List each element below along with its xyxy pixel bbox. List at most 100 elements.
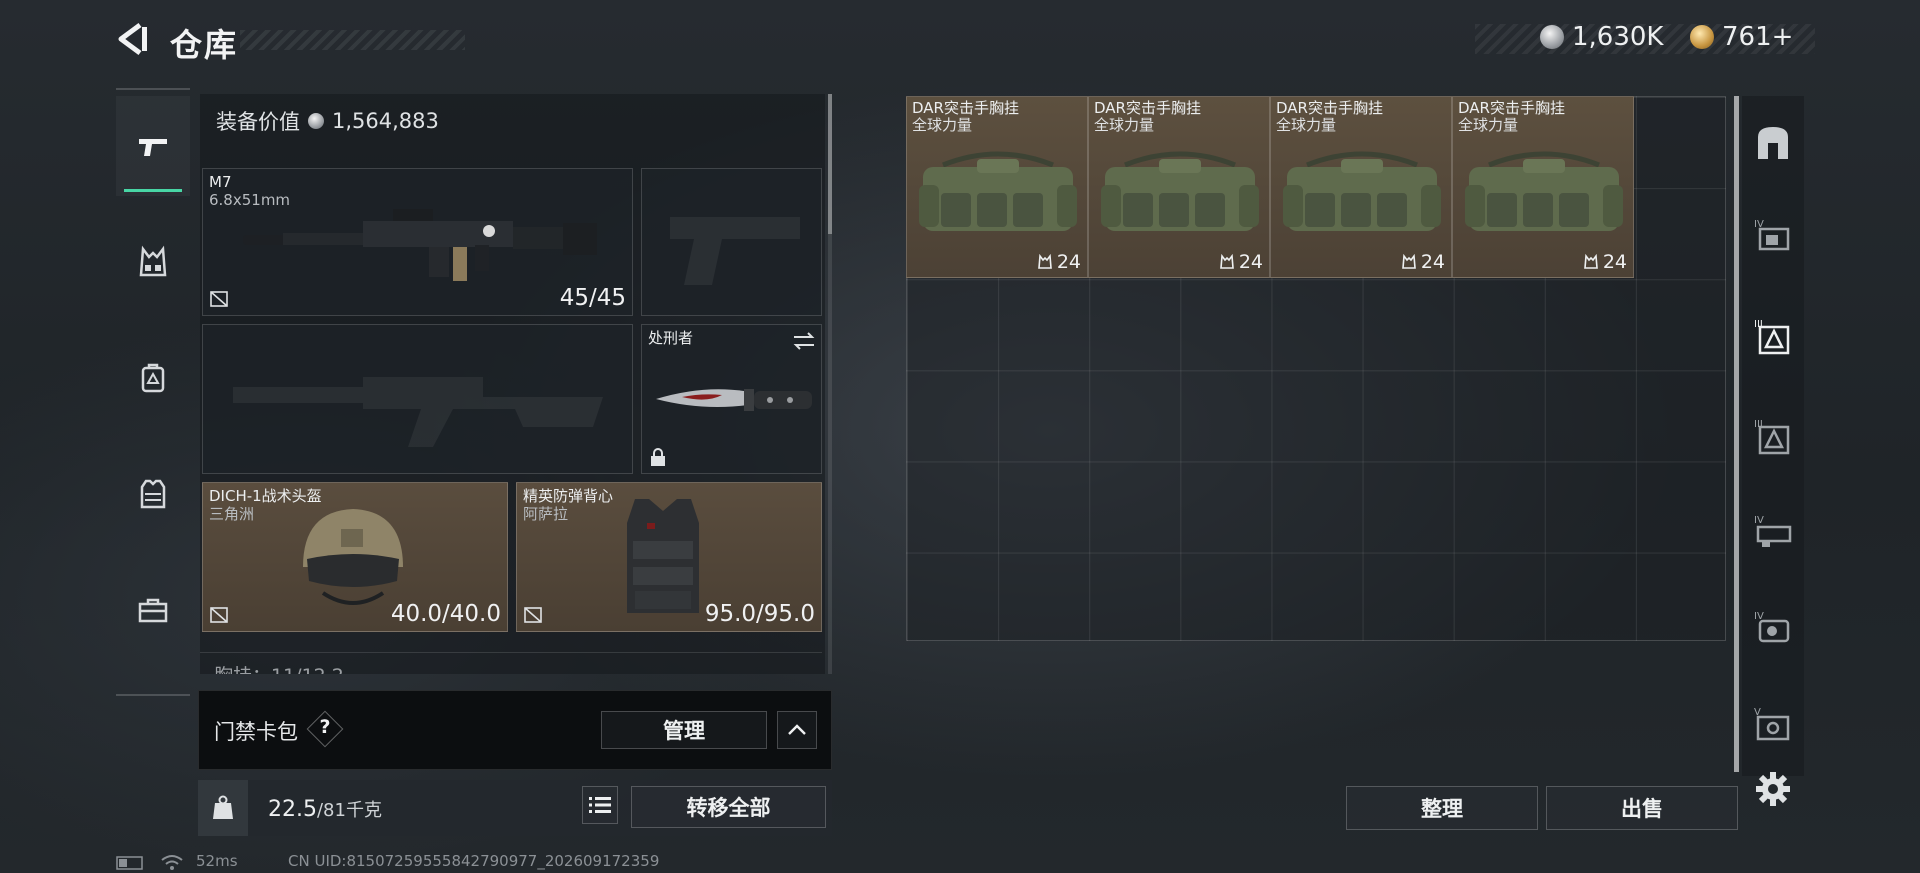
svg-text:III: III [1754,319,1763,330]
category-nav [116,88,190,696]
item-capacity: 24 [1401,251,1445,273]
no-insure-icon [210,291,228,307]
silver-coin-icon [308,113,324,129]
item-capacity: 24 [1583,251,1627,273]
capacity-icon [1037,254,1052,269]
storage-item-chest-rig[interactable]: DAR突击手胸挂 全球力量 24 [1270,96,1452,278]
page-title: 仓库 [170,26,239,64]
settings-gear-icon[interactable] [1754,770,1792,808]
category-backpacks[interactable] [116,328,190,428]
warehouse-tier-iii-icon: III [1754,319,1790,355]
gold-currency[interactable]: 761+ [1690,22,1793,52]
item-capacity: 24 [1219,251,1263,273]
svg-text:IV: IV [1754,515,1764,526]
bag-image [1101,151,1259,231]
rail-tab-2[interactable]: III [1746,296,1800,376]
category-armor[interactable] [116,444,190,544]
gold-coin-icon [1690,25,1714,49]
manage-button[interactable]: 管理 [601,711,767,749]
uid-text: CN UID:81507259555842790977_202609172359 [288,852,660,870]
storage-item-chest-rig[interactable]: DAR突击手胸挂 全球力量 24 [1088,96,1270,278]
silver-amount: 1,630K [1572,22,1664,52]
rail-tab-1[interactable]: IV [1746,196,1800,276]
toolbox-icon [138,598,168,623]
item-capacity-value: 24 [1602,251,1627,273]
storage-scrollbar[interactable] [1734,96,1739,772]
battery-icon [116,856,143,870]
item-brand: 全球力量 [1458,116,1519,134]
list-icon [589,797,611,813]
keycard-label: 门禁卡包 [214,720,298,744]
collapse-button[interactable] [777,711,817,749]
help-icon: ? [319,716,331,738]
warehouse-tier-iv-icon: IV [1754,219,1790,251]
helmet-slot[interactable]: DICH-1战术头盔 三角洲 40.0/40.0 [202,482,508,632]
category-firearms[interactable] [116,96,190,196]
sell-button[interactable]: 出售 [1546,786,1738,830]
bag-image [1465,151,1623,231]
item-name: DAR突击手胸挂 [912,99,1019,117]
transfer-all-button[interactable]: 转移全部 [631,786,826,828]
rail-tab-safebox[interactable] [1746,102,1800,182]
helmet-image [303,509,403,605]
equipment-value: 装备价值 1,564,883 [216,106,439,136]
pistol-silhouette [670,217,800,285]
equipment-value-label: 装备价值 [216,110,300,134]
equipment-scrollbar[interactable] [828,94,832,674]
safebox-icon [1758,127,1788,159]
category-tools[interactable] [116,560,190,660]
vest-name: 精英防弹背心 [523,487,614,505]
swap-icon[interactable] [792,331,816,351]
knife-image [656,389,812,411]
list-view-button[interactable] [582,786,618,824]
sort-button[interactable]: 整理 [1346,786,1538,830]
primary-weapon-slot[interactable]: M7 6.8x51mm 45/45 [202,168,633,316]
item-brand: 全球力量 [1276,116,1337,134]
wifi-icon [161,855,183,870]
back-arrow-icon[interactable] [116,22,150,56]
weight-current: 22.5 [268,797,317,822]
chest-rig-capacity: 胸挂：11/12 2 [214,661,344,674]
item-capacity: 24 [1037,251,1081,273]
silver-coin-icon [1540,25,1564,49]
no-insure-icon [524,607,542,623]
no-insure-icon [210,607,228,623]
silver-currency[interactable]: 1,630K [1540,22,1663,52]
item-capacity-value: 24 [1056,251,1081,273]
rifle-image [243,209,597,281]
vest-durability: 95.0/95.0 [704,601,815,627]
weight-lock-cell [198,780,248,836]
item-name: DAR突击手胸挂 [1458,99,1565,117]
rail-tab-5[interactable]: IV [1746,588,1800,668]
armor-vest-icon [140,479,166,509]
item-brand: 全球力量 [912,116,973,134]
helmet-brand: 三角洲 [209,505,255,523]
melee-slot[interactable]: 处刑者 [641,324,822,474]
bag-image [919,151,1077,231]
bag-image [1283,151,1441,231]
item-capacity-value: 24 [1238,251,1263,273]
warehouse-tier-iv-icon: IV [1754,611,1790,643]
item-brand: 全球力量 [1094,116,1155,134]
pistol-slot[interactable] [641,168,822,316]
weapon-name: M7 [209,173,232,191]
backpack-icon [141,363,165,393]
chest-rig-row[interactable]: 胸挂：11/12 2 [200,652,822,674]
secondary-weapon-slot[interactable] [202,324,633,474]
ping-text: 52ms [196,852,238,870]
vest-slot[interactable]: 精英防弹背心 阿萨拉 95.0/95.0 [516,482,822,632]
weight-icon [213,795,233,819]
lock-icon [651,448,665,466]
capacity-icon [1401,254,1416,269]
rail-tab-6[interactable]: V [1746,684,1800,764]
item-name: DAR突击手胸挂 [1276,99,1383,117]
chest-rig-icon [139,245,167,277]
pistol-icon [139,139,167,156]
category-chest-rigs[interactable] [116,212,190,312]
rail-tab-4[interactable]: IV [1746,492,1800,572]
rail-tab-3[interactable]: III [1746,396,1800,476]
melee-name: 处刑者 [648,329,694,347]
ammo-count: 45/45 [559,285,626,311]
storage-item-chest-rig[interactable]: DAR突击手胸挂 全球力量 24 [1452,96,1634,278]
storage-item-chest-rig[interactable]: DAR突击手胸挂 全球力量 24 [906,96,1088,278]
